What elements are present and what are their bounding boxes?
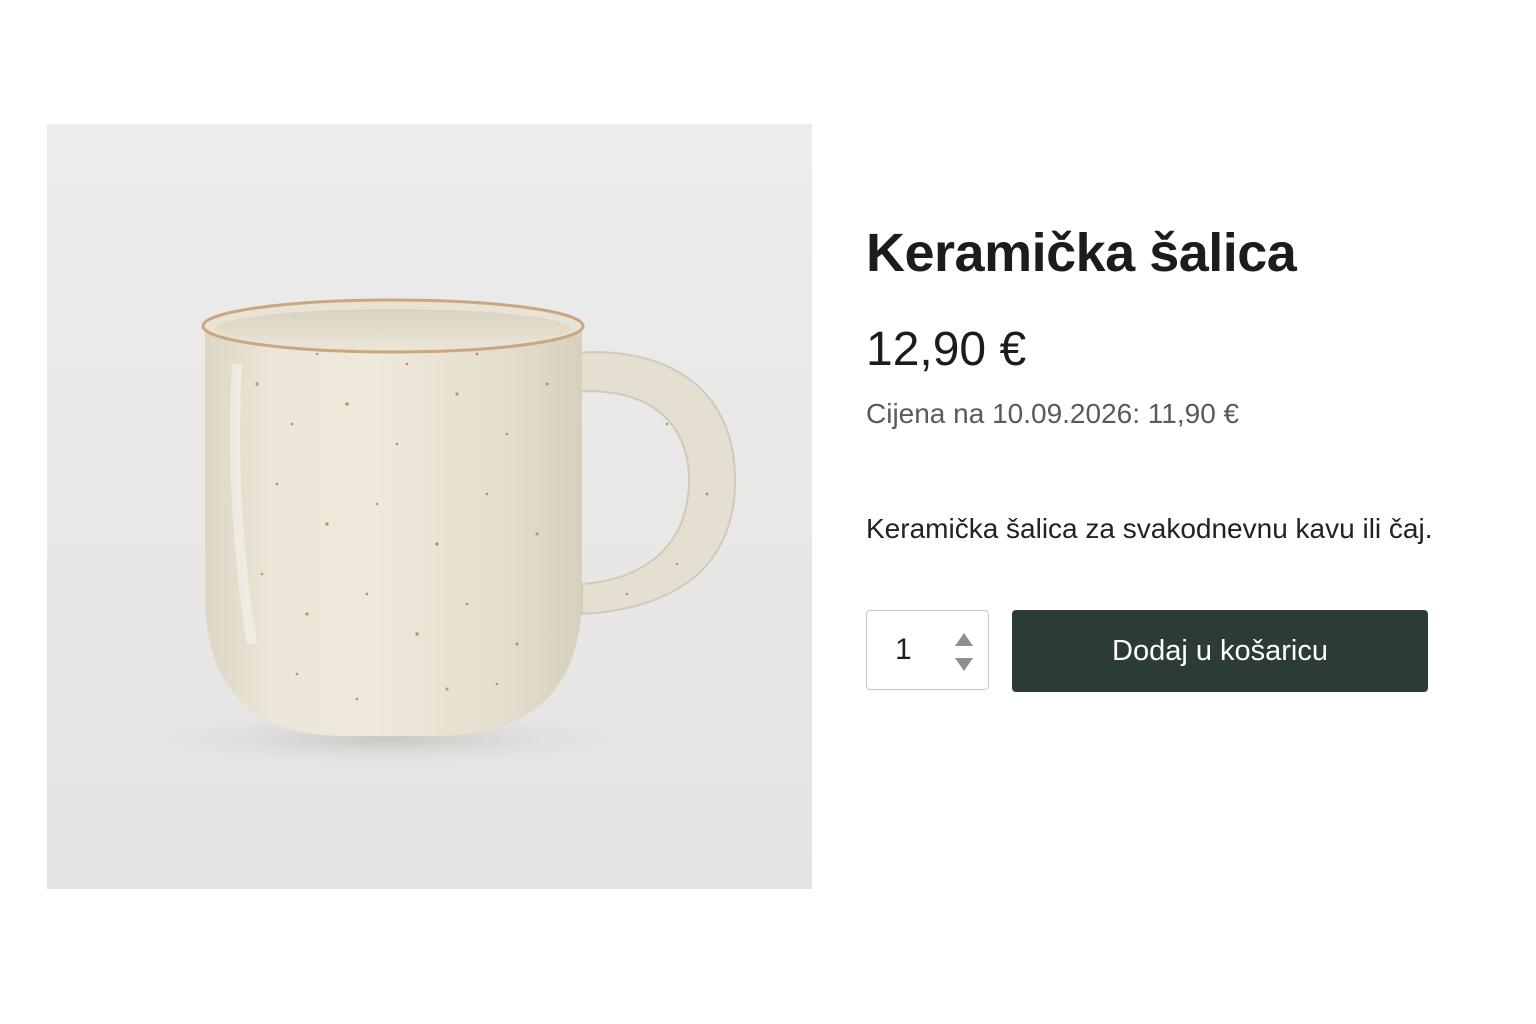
add-to-cart-button[interactable]: Dodaj u košaricu (1012, 610, 1428, 692)
product-price: 12,90 € (866, 323, 1027, 376)
product-image (47, 124, 812, 889)
mug-image (157, 298, 737, 765)
lowest-price-note: Cijena na 10.09.2026: 11,90 € (866, 398, 1240, 429)
quantity-value[interactable]: 1 (895, 633, 912, 667)
triangle-up-icon[interactable] (953, 631, 975, 649)
product-page: Keramička šalica 12,90 € Cijena na 10.09… (0, 0, 1536, 1024)
quantity-stepper[interactable]: 1 (866, 610, 989, 690)
product-title: Keramička šalica (866, 223, 1297, 283)
product-description: Keramička šalica za svakodnevnu kavu ili… (866, 513, 1433, 544)
triangle-down-icon[interactable] (953, 655, 975, 673)
